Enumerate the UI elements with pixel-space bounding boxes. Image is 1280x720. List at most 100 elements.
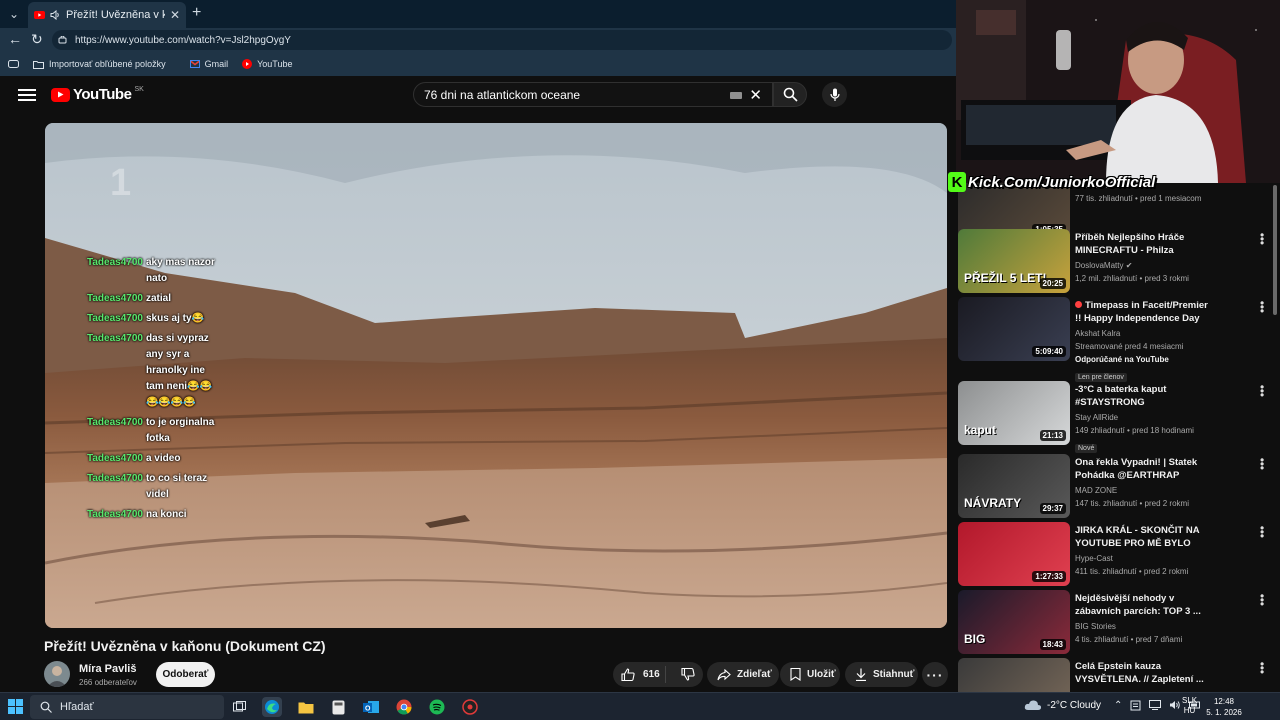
search-input[interactable]: 76 dni na atlantickom oceane ✕ (413, 82, 773, 107)
search-icon (40, 701, 52, 713)
video-channel[interactable]: MAD ZONE (1075, 484, 1215, 497)
outlook-icon[interactable]: O (361, 697, 381, 717)
download-button[interactable]: Stiahnuť (845, 662, 918, 687)
youtube-play-icon (51, 87, 70, 102)
video-duration: 18:43 (1039, 639, 1066, 650)
recommended-video[interactable]: BIG 18:43 Nejděsivější nehody v zábavních … (958, 590, 1272, 658)
chrome-icon[interactable] (394, 697, 414, 717)
svg-text:O: O (365, 706, 371, 713)
bookmark-gmail[interactable]: Gmail (189, 59, 228, 69)
video-thumbnail[interactable]: NÁVRATY 29:37 (958, 454, 1070, 518)
browser-tab[interactable]: Přežít! Uvězněna v kaňonu (D... ✕ (28, 2, 186, 28)
recommended-video[interactable]: kaput 21:13 -3°C a baterka kaput #STAYSTRO… (958, 381, 1272, 453)
voice-search-button[interactable] (822, 82, 847, 107)
video-title[interactable]: Nejděsivější nehody v zábavních parcích:… (1075, 592, 1215, 618)
channel-name[interactable]: Míra Pavliš (79, 663, 136, 675)
tab-list-button[interactable]: ⌄ (4, 4, 24, 24)
recommended-video[interactable]: Celá Epstein kauza VYSVĚTLENA. // Zaplet… (958, 658, 1272, 692)
video-thumbnail[interactable]: 1:27:33 (958, 522, 1070, 586)
video-info: Nejděsivější nehody v zábavních parcích:… (1075, 592, 1215, 646)
calculator-icon[interactable] (328, 697, 348, 717)
hamburger-menu-icon[interactable] (18, 86, 36, 104)
more-options-icon[interactable]: • • • (1260, 229, 1266, 249)
sidebar-scrollbar[interactable] (1273, 185, 1277, 315)
video-channel[interactable]: DoslovaMatty ✔ (1075, 259, 1215, 272)
bookmarks-bar: Importovať obľúbené položky Gmail YouTub… (0, 52, 956, 76)
youtube-logo[interactable]: YouTube SK (51, 86, 144, 103)
recommended-video[interactable]: 1:27:33 JIRKA KRÁL - SKONČIT NA YOUTUBE P… (958, 522, 1272, 590)
recommended-video[interactable]: NÁVRATY 29:37 Ona řekla Vypadni! | Statek … (958, 454, 1272, 522)
video-thumbnail[interactable]: PŘEŽIL 5 LET! 20:25 (958, 229, 1070, 293)
task-view-icon[interactable] (230, 697, 250, 717)
chevron-up-icon[interactable]: ⌃ (1114, 700, 1122, 711)
volume-icon[interactable] (1169, 700, 1181, 711)
keyboard-language[interactable]: SLK HU (1182, 696, 1197, 716)
video-thumbnail[interactable]: kaput 21:13 (958, 381, 1070, 445)
video-title[interactable]: Ona řekla Vypadni! | Statek Pohádka @EAR… (1075, 456, 1215, 482)
chat-text: to je orginalna fotka (145, 417, 215, 444)
like-button[interactable]: 616 (613, 666, 667, 683)
recommended-video[interactable]: PŘEŽIL 5 LET! 20:25 Příběh Nejlepšího Hráč… (958, 229, 1272, 297)
windows-start-icon[interactable] (8, 699, 23, 714)
video-channel[interactable]: Stay AllRide (1075, 411, 1215, 424)
clock-time: 12:48 (1213, 697, 1235, 706)
video-title[interactable]: JIRKA KRÁL - SKONČIT NA YOUTUBE PRO MĚ B… (1075, 524, 1215, 550)
taskbar-search-input[interactable]: Hľadať (30, 695, 224, 719)
more-options-icon[interactable]: • • • (1260, 522, 1266, 542)
video-player[interactable]: 1 Tadeas4700 aky mas nazor nato Tadeas4700… (45, 123, 947, 628)
video-thumbnail[interactable] (958, 658, 1070, 692)
video-title[interactable]: Příběh Nejlepšího Hráče MINECRAFTU - Phi… (1075, 231, 1215, 257)
subscribe-button[interactable]: Odoberať (156, 662, 215, 687)
save-label: Uložiť (807, 669, 836, 680)
bookmark-youtube[interactable]: YouTube (242, 59, 292, 69)
avatar[interactable] (44, 661, 70, 687)
reading-mode-icon[interactable] (8, 60, 19, 68)
bookmark-label: YouTube (257, 59, 293, 69)
notes-icon[interactable] (1130, 700, 1141, 711)
video-thumbnail[interactable]: BIG 18:43 (958, 590, 1070, 654)
video-title-text: -3°C a baterka kaput #STAYSTRONG (1075, 384, 1167, 408)
video-info: Ona řekla Vypadni! | Statek Pohádka @EAR… (1075, 456, 1215, 510)
new-tab-button[interactable]: + (192, 4, 201, 22)
refresh-icon[interactable]: ↻ (31, 31, 43, 48)
video-title-text: Příběh Nejlepšího Hráče MINECRAFTU - Phi… (1075, 232, 1185, 256)
like-count: 616 (643, 669, 660, 680)
video-title[interactable]: -3°C a baterka kaput #STAYSTRONG (1075, 383, 1215, 409)
video-channel[interactable]: Akshat Kalra (1075, 327, 1215, 340)
search-button[interactable] (773, 82, 807, 107)
recommended-video[interactable]: 5:09:40 Timepass in Faceit/Premier !! Hap… (958, 297, 1272, 382)
share-button[interactable]: Zdieľať (707, 662, 779, 687)
streaming-app-icon[interactable] (460, 697, 480, 717)
close-tab-icon[interactable]: ✕ (170, 8, 180, 22)
url-field[interactable]: https://www.youtube.com/watch?v=Jsl2hpgO… (52, 30, 952, 50)
clear-search-icon[interactable]: ✕ (749, 86, 762, 104)
edge-browser-icon[interactable] (262, 697, 282, 717)
thumbnail-text: NÁVRATY (964, 496, 1022, 510)
spotify-icon[interactable] (427, 697, 447, 717)
more-options-icon[interactable]: • • • (1260, 658, 1266, 678)
lock-icon (58, 35, 67, 45)
more-options-icon[interactable]: • • • (1260, 454, 1266, 474)
file-explorer-icon[interactable] (296, 697, 316, 717)
video-channel[interactable]: BIG Stories (1075, 620, 1215, 633)
video-title[interactable]: Celá Epstein kauza VYSVĚTLENA. // Zaplet… (1075, 660, 1215, 686)
video-thumbnail[interactable]: 5:09:40 (958, 297, 1070, 361)
system-clock[interactable]: 12:48 5. 1. 2026 (1205, 696, 1243, 718)
weather-widget[interactable]: -2°C Cloudy (1024, 699, 1101, 711)
more-options-icon[interactable]: • • • (1260, 590, 1266, 610)
network-icon[interactable] (1149, 700, 1162, 711)
back-arrow-icon[interactable]: ← (8, 31, 22, 47)
more-options-icon[interactable]: • • • (1260, 297, 1266, 317)
save-button[interactable]: Uložiť (780, 662, 840, 687)
more-options-icon[interactable]: • • • (1260, 381, 1266, 401)
url-text: https://www.youtube.com/watch?v=Jsl2hpgO… (75, 34, 291, 46)
video-channel[interactable]: Hype-Cast (1075, 552, 1215, 565)
keyboard-icon[interactable] (730, 92, 742, 99)
bookmark-import[interactable]: Importovať obľúbené položky (33, 59, 166, 69)
more-actions-button[interactable]: ··· (922, 662, 948, 687)
dislike-button[interactable] (672, 668, 703, 681)
country-code: SK (134, 86, 144, 93)
chat-text: to co si teraz videl (145, 473, 208, 500)
video-title[interactable]: Timepass in Faceit/Premier !! Happy Inde… (1075, 299, 1215, 325)
speaker-icon[interactable] (50, 10, 61, 20)
